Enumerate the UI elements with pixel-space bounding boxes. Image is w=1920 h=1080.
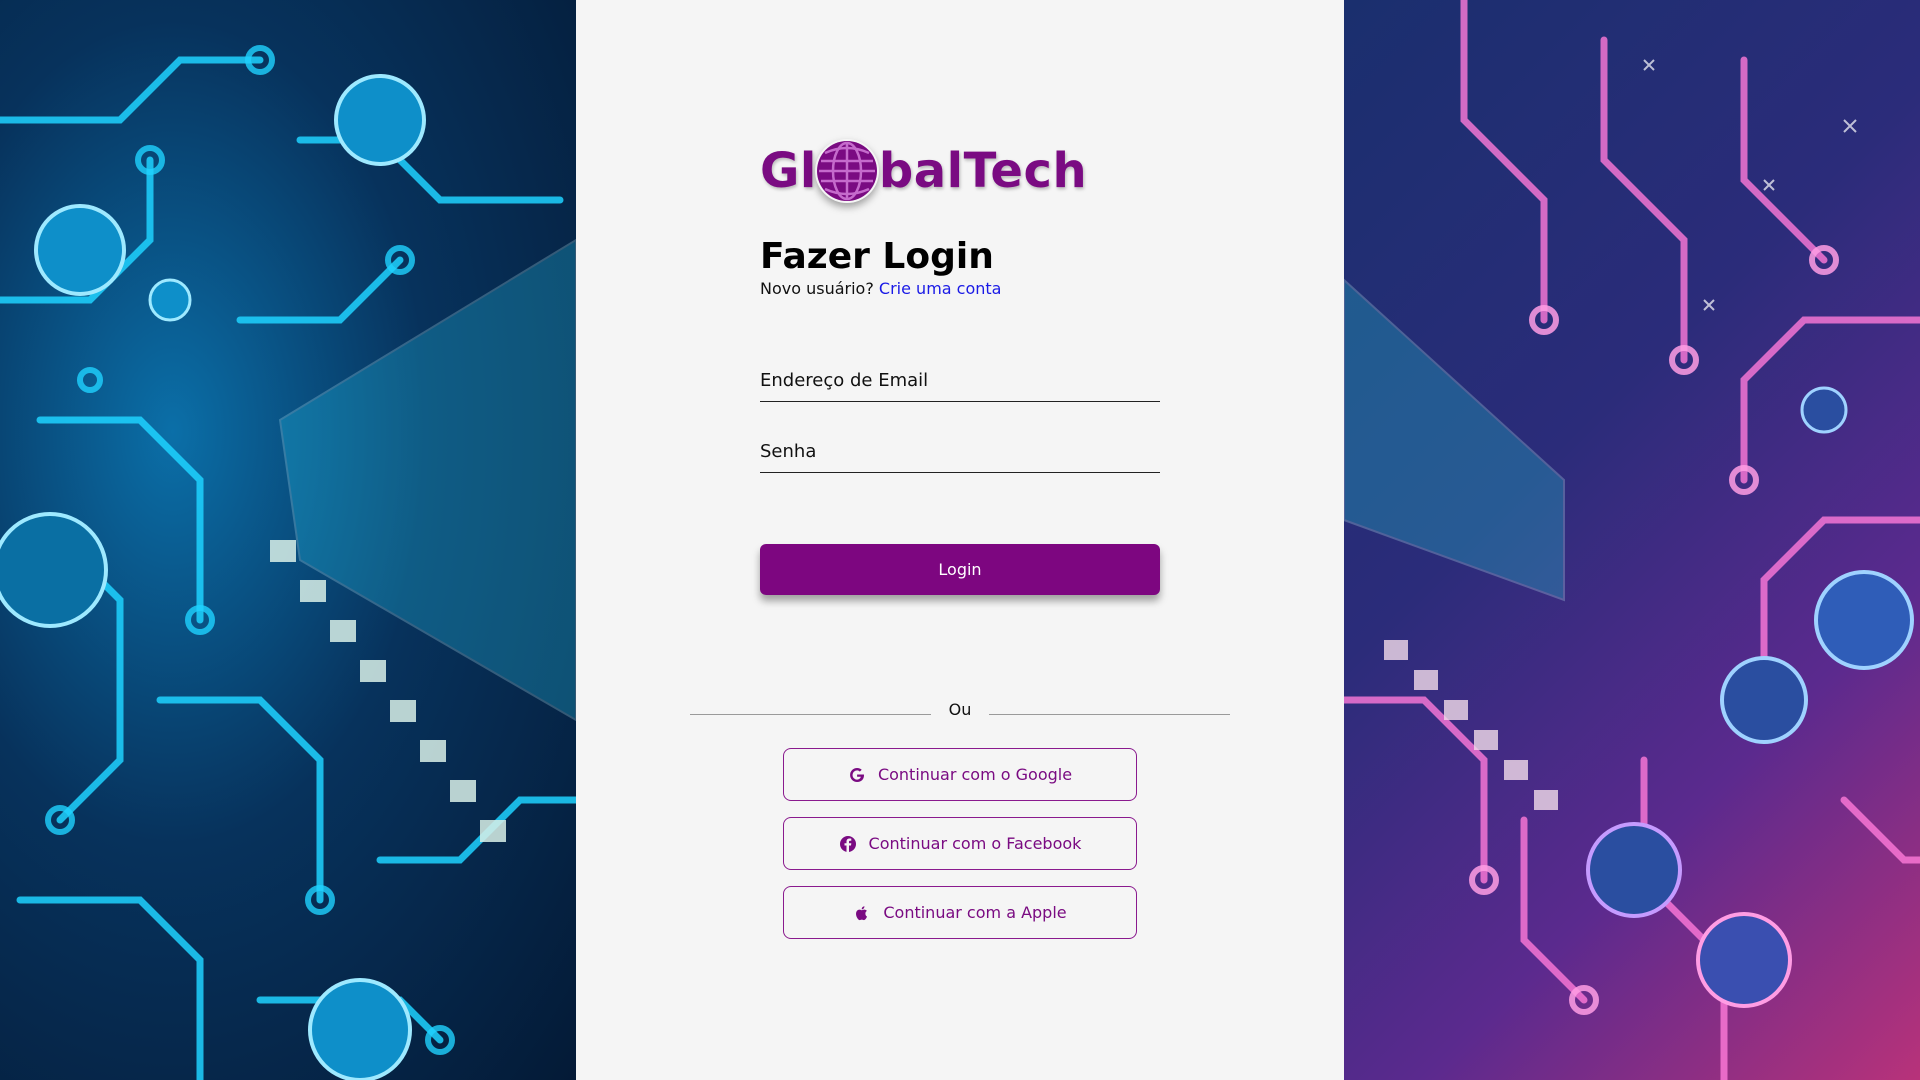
facebook-button-label: Continuar com o Facebook bbox=[868, 834, 1082, 853]
apple-button-label: Continuar com a Apple bbox=[883, 903, 1067, 922]
google-button-label: Continuar com o Google bbox=[877, 765, 1073, 784]
email-field[interactable] bbox=[760, 352, 1160, 402]
login-button[interactable]: Login bbox=[760, 544, 1160, 595]
or-divider: Ou bbox=[690, 698, 1230, 722]
page-title: Fazer Login bbox=[760, 236, 994, 277]
apple-icon bbox=[853, 904, 871, 922]
apple-login-button[interactable]: Continuar com a Apple bbox=[783, 886, 1137, 939]
password-field[interactable] bbox=[760, 423, 1160, 473]
brand-prefix: Gl bbox=[760, 143, 817, 199]
brand-suffix: balTech bbox=[878, 143, 1088, 199]
globe-icon bbox=[815, 139, 879, 203]
google-icon bbox=[848, 766, 866, 784]
google-login-button[interactable]: Continuar com o Google bbox=[783, 748, 1137, 801]
brand-logo: Gl balTech bbox=[760, 136, 1087, 206]
divider-text: Ou bbox=[948, 700, 972, 719]
left-circuit-image bbox=[0, 0, 576, 1080]
new-user-text: Novo usuário? bbox=[760, 279, 874, 298]
facebook-login-button[interactable]: Continuar com o Facebook bbox=[783, 817, 1137, 870]
right-circuit-image bbox=[1344, 0, 1920, 1080]
create-account-link[interactable]: Crie uma conta bbox=[879, 279, 1002, 298]
divider-line-right bbox=[989, 714, 1230, 715]
facebook-icon bbox=[839, 835, 857, 853]
new-user-prompt: Novo usuário? Crie uma conta bbox=[760, 279, 1001, 298]
